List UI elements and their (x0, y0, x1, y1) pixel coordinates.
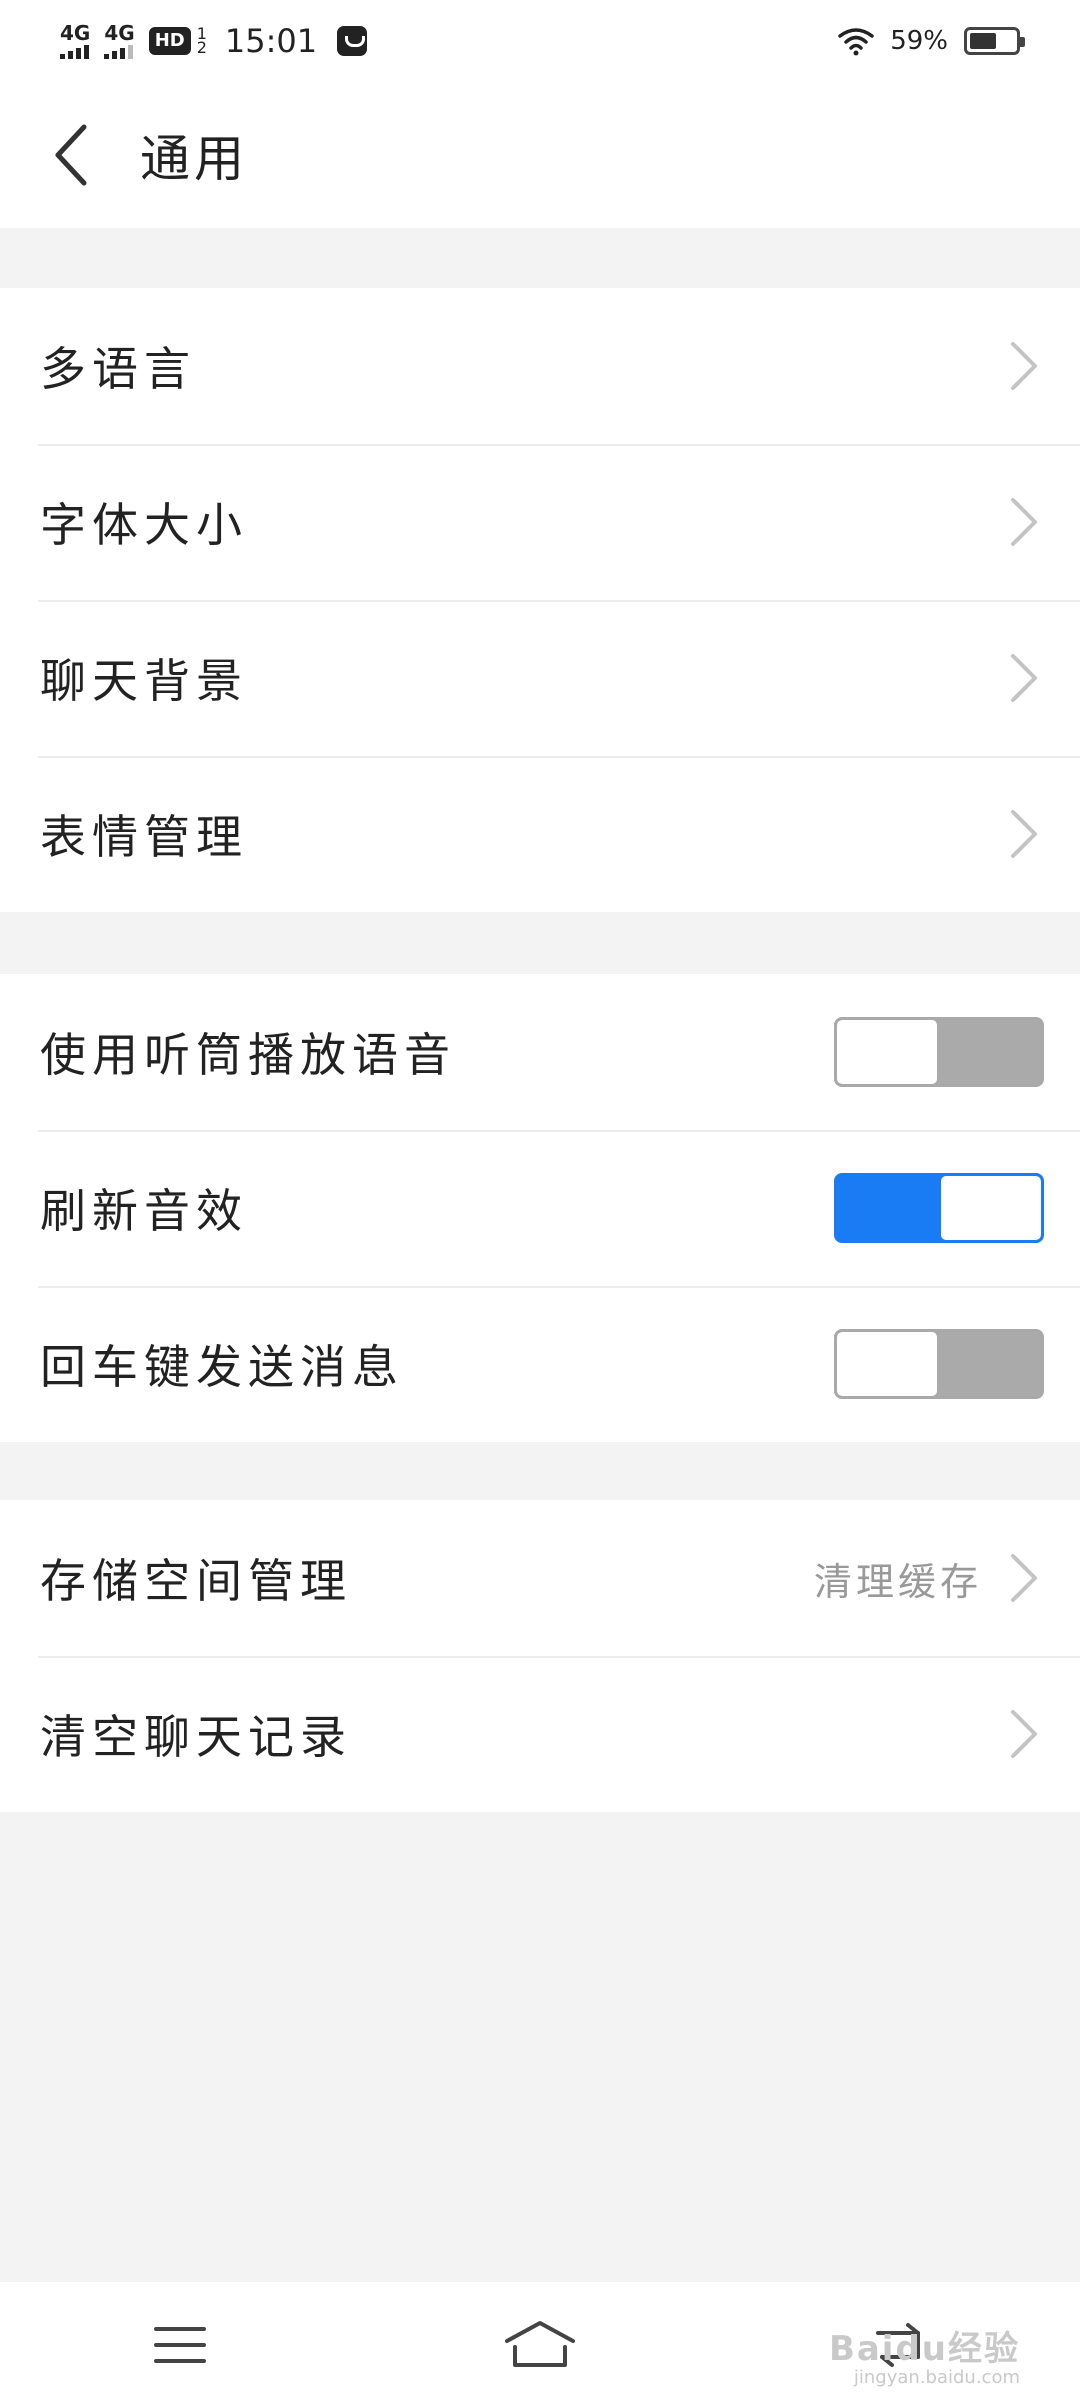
clear-cache-hint: 清理缓存 (813, 1559, 982, 1604)
setting-row-chat-background[interactable]: 聊天背景 (0, 600, 1080, 756)
setting-label: 清空聊天记录 (40, 1710, 352, 1764)
settings-group-display: 多语言 字体大小 聊天背景 表情管理 (0, 288, 1080, 912)
page-title: 通用 (140, 130, 248, 188)
status-left: 4G 4G HD 1 2 15:01 (60, 21, 368, 60)
setting-row-storage-management[interactable]: 存储空间管理 清理缓存 (0, 1500, 1080, 1656)
setting-row-language[interactable]: 多语言 (0, 288, 1080, 444)
toggle-knob (941, 1176, 1041, 1240)
row-right: 清理缓存 (814, 1550, 1044, 1606)
home-button[interactable] (460, 2295, 620, 2395)
row-right (1004, 650, 1044, 706)
chevron-right-icon (1004, 650, 1044, 706)
network-label-2: 4G (104, 21, 135, 45)
chevron-left-icon (55, 124, 87, 186)
chevron-right-icon (1004, 806, 1044, 862)
setting-label: 刷新音效 (40, 1184, 248, 1238)
signal-icon (60, 45, 89, 59)
watermark-url: jingyan.baidu.com (853, 2367, 1020, 2389)
enter-to-send-toggle[interactable] (834, 1329, 1044, 1399)
chevron-right-icon (1004, 1706, 1044, 1762)
setting-label: 字体大小 (40, 498, 248, 552)
row-right (1004, 806, 1044, 862)
chevron-right-icon (1004, 338, 1044, 394)
row-right (834, 1329, 1044, 1399)
toggle-knob (837, 1332, 937, 1396)
back-button[interactable] (0, 82, 140, 228)
home-icon (505, 2321, 575, 2367)
setting-label: 表情管理 (40, 810, 248, 864)
hd-sub-bottom: 2 (196, 38, 207, 57)
settings-group-toggles: 使用听筒播放语音 刷新音效 回车键发送消息 (0, 974, 1080, 1442)
row-right (834, 1017, 1044, 1087)
setting-row-earpiece-playback: 使用听筒播放语音 (0, 974, 1080, 1130)
hd-voice-badge: HD (148, 27, 191, 55)
setting-row-font-size[interactable]: 字体大小 (0, 444, 1080, 600)
status-time: 15:01 (224, 22, 318, 60)
battery-percent: 59% (890, 26, 948, 56)
status-bar: 4G 4G HD 1 2 15:01 59% (0, 0, 1080, 82)
status-right: 59% (838, 26, 1025, 56)
setting-label: 多语言 (40, 342, 196, 396)
network-indicator-1: 4G (60, 23, 90, 59)
setting-label: 回车键发送消息 (40, 1340, 404, 1394)
setting-row-enter-to-send: 回车键发送消息 (0, 1286, 1080, 1442)
earpiece-playback-toggle[interactable] (834, 1017, 1044, 1087)
general-settings-screen: 4G 4G HD 1 2 15:01 59% 通用 多语言 字体大小 聊天背景 … (0, 0, 1080, 2408)
settings-group-storage: 存储空间管理 清理缓存 清空聊天记录 (0, 1500, 1080, 1812)
hd-sim-indicator: 1 2 (196, 26, 207, 57)
row-right (1004, 1706, 1044, 1762)
refresh-sound-toggle[interactable] (834, 1173, 1044, 1243)
wifi-icon (838, 28, 874, 56)
row-right (1004, 494, 1044, 550)
toggle-knob (837, 1020, 937, 1084)
setting-row-refresh-sound: 刷新音效 (0, 1130, 1080, 1286)
baidu-watermark: Baidu经验 jingyan.baidu.com (828, 2328, 1020, 2389)
header-bar: 通用 (0, 82, 1080, 228)
battery-fill (970, 33, 996, 49)
setting-row-sticker-management[interactable]: 表情管理 (0, 756, 1080, 912)
chevron-right-icon (1004, 494, 1044, 550)
setting-label: 存储空间管理 (40, 1554, 352, 1608)
signal-icon (104, 45, 134, 59)
setting-label: 聊天背景 (40, 654, 248, 708)
chevron-right-icon (1004, 1550, 1044, 1606)
setting-label: 使用听筒播放语音 (40, 1028, 456, 1082)
menu-icon (154, 2327, 206, 2363)
menu-button[interactable] (100, 2295, 260, 2395)
row-right (1004, 338, 1044, 394)
shopping-bag-icon (337, 26, 368, 56)
setting-row-clear-chat-history[interactable]: 清空聊天记录 (0, 1656, 1080, 1812)
system-nav-bar: Baidu经验 jingyan.baidu.com (0, 2282, 1080, 2408)
battery-icon (964, 27, 1025, 55)
watermark-brand: Baidu经验 (828, 2328, 1020, 2369)
network-indicator-2: 4G (104, 21, 135, 59)
row-right (834, 1173, 1044, 1243)
network-label-1: 4G (60, 21, 91, 45)
